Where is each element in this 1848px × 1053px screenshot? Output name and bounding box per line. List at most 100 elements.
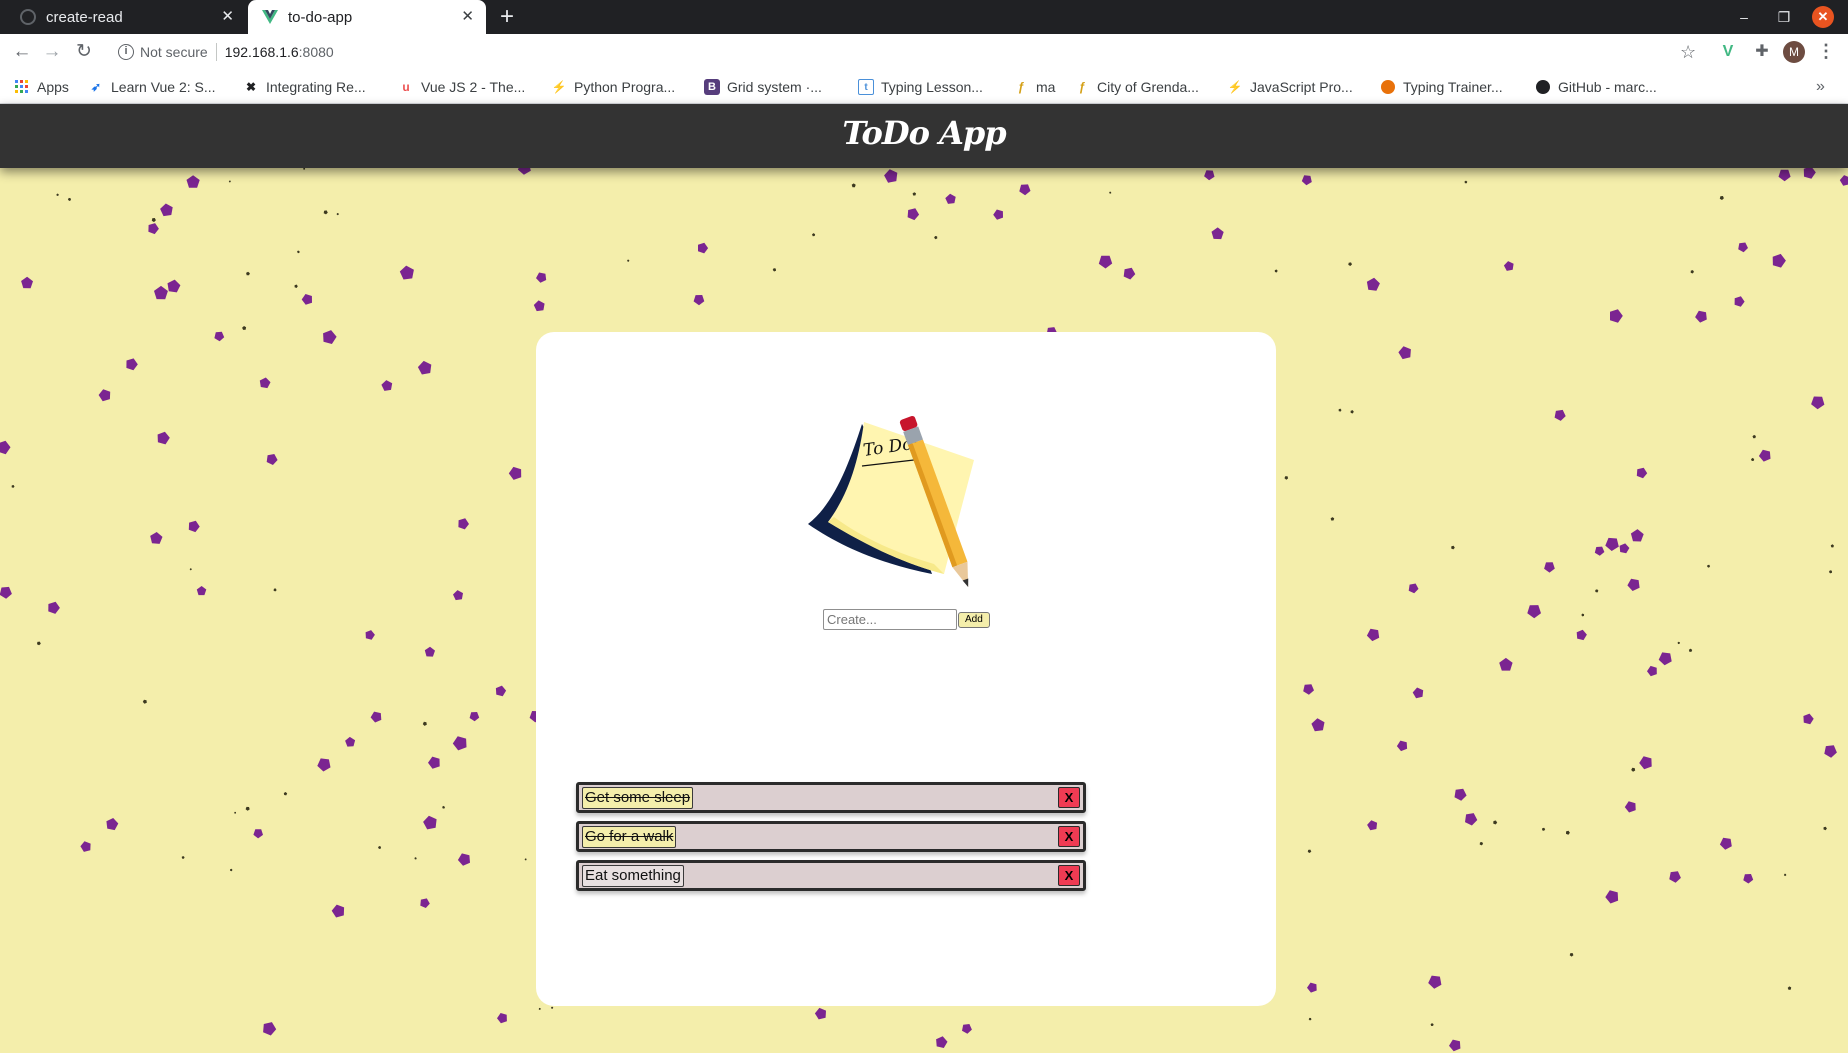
new-tab-button[interactable]: + bbox=[500, 4, 514, 30]
bookmark-star-icon[interactable]: ☆ bbox=[1680, 42, 1696, 62]
confetti-dot bbox=[365, 630, 375, 640]
typing-ball-icon bbox=[1380, 79, 1396, 95]
confetti-dot bbox=[414, 857, 417, 860]
bookmark-city-of-grenda[interactable]: ƒ City of Grenda... bbox=[1074, 76, 1199, 98]
minimize-window-icon[interactable]: – bbox=[1732, 0, 1756, 34]
confetti-dot bbox=[1695, 310, 1707, 323]
confetti-dot bbox=[1428, 975, 1442, 989]
delete-todo-button[interactable]: X bbox=[1058, 865, 1080, 886]
more-bookmarks-icon[interactable]: » bbox=[1816, 78, 1825, 96]
confetti-dot bbox=[381, 380, 393, 391]
confetti-dot bbox=[469, 712, 480, 722]
confetti-dot bbox=[378, 846, 381, 849]
bookmark-learn-vue[interactable]: ➶ Learn Vue 2: S... bbox=[88, 76, 216, 98]
lightning-icon: ⚡ bbox=[1227, 80, 1243, 94]
back-arrow-icon[interactable]: ← bbox=[10, 40, 34, 64]
bookmark-integrating[interactable]: ✖ Integrating Re... bbox=[243, 76, 366, 98]
restore-window-icon[interactable]: ❐ bbox=[1772, 0, 1796, 34]
bookmark-github[interactable]: GitHub - marc... bbox=[1535, 76, 1657, 98]
browser-tabstrip: create-read ✕ to-do-app ✕ + – ❐ ✕ bbox=[0, 0, 1848, 34]
confetti-dot bbox=[1307, 849, 1312, 853]
confetti-dot bbox=[453, 590, 463, 601]
close-window-icon[interactable]: ✕ bbox=[1812, 6, 1834, 28]
confetti-dot bbox=[814, 1007, 826, 1020]
confetti-dot bbox=[1647, 665, 1657, 677]
info-icon[interactable]: i bbox=[118, 44, 134, 60]
profile-avatar[interactable]: M bbox=[1783, 41, 1805, 63]
confetti-dot bbox=[157, 431, 170, 445]
delete-todo-button[interactable]: X bbox=[1058, 826, 1080, 847]
vue-favicon-icon bbox=[262, 9, 278, 25]
confetti-dot bbox=[0, 440, 11, 455]
bookmark-ma[interactable]: ƒ ma bbox=[1013, 76, 1056, 98]
confetti-dot bbox=[67, 197, 71, 201]
omnibox-divider bbox=[215, 43, 217, 61]
vue-devtools-extension-icon[interactable]: V bbox=[1718, 42, 1738, 62]
confetti-dot bbox=[160, 203, 173, 217]
confetti-dot bbox=[48, 601, 60, 614]
create-todo-input[interactable] bbox=[823, 609, 957, 630]
confetti-dot bbox=[1624, 801, 1636, 813]
confetti-dot bbox=[417, 360, 432, 375]
delete-todo-button[interactable]: X bbox=[1058, 787, 1080, 808]
confetti-dot bbox=[423, 815, 437, 830]
paper-plane-icon: ➶ bbox=[90, 80, 102, 94]
bookmark-apps[interactable]: Apps bbox=[14, 76, 69, 98]
confetti-dot bbox=[188, 520, 200, 533]
create-todo-form: Add bbox=[823, 609, 990, 630]
browser-menu-icon[interactable]: ⋮ bbox=[1816, 40, 1836, 62]
confetti-dot bbox=[370, 711, 382, 723]
bookmark-label: JavaScript Pro... bbox=[1250, 79, 1353, 95]
bookmark-javascript[interactable]: ⚡ JavaScript Pro... bbox=[1227, 76, 1353, 98]
confetti-dot bbox=[1350, 410, 1354, 414]
tab-to-do-app[interactable]: to-do-app ✕ bbox=[248, 0, 486, 34]
bookmark-vue-js-2[interactable]: u Vue JS 2 - The... bbox=[398, 76, 525, 98]
confetti-dot bbox=[1348, 262, 1352, 266]
bookmark-label: City of Grenda... bbox=[1097, 79, 1199, 95]
extensions-puzzle-icon[interactable]: ✚ bbox=[1752, 42, 1772, 62]
reload-icon[interactable]: ↻ bbox=[72, 40, 96, 64]
bookmark-typing-lesson[interactable]: t Typing Lesson... bbox=[858, 76, 983, 98]
url-host[interactable]: 192.168.1.6 bbox=[225, 44, 299, 60]
bookmark-grid-system[interactable]: B Grid system ·... bbox=[704, 76, 822, 98]
confetti-dot bbox=[1677, 641, 1680, 645]
todo-text[interactable]: Get some sleep bbox=[582, 787, 694, 809]
confetti-dot bbox=[214, 331, 225, 342]
bookmark-typing-trainer[interactable]: Typing Trainer... bbox=[1380, 76, 1503, 98]
todo-text[interactable]: Go for a walk bbox=[582, 826, 677, 848]
close-tab-icon[interactable]: ✕ bbox=[461, 9, 474, 25]
close-tab-icon[interactable]: ✕ bbox=[221, 9, 234, 25]
confetti-dot bbox=[1396, 740, 1408, 752]
confetti-dot bbox=[1576, 629, 1587, 641]
confetti-dot bbox=[428, 756, 440, 769]
confetti-dot bbox=[1778, 169, 1791, 182]
bootstrap-icon: B bbox=[704, 79, 720, 95]
confetti-dot bbox=[253, 829, 263, 839]
app-stage: To Do: Add Get some sleep X bbox=[0, 168, 1848, 1053]
confetti-dot bbox=[1303, 684, 1314, 695]
todo-text[interactable]: Eat something bbox=[582, 865, 684, 887]
confetti-dot bbox=[1307, 982, 1317, 993]
confetti-dot bbox=[912, 192, 916, 196]
address-bar[interactable]: i Not secure 192.168.1.6 :8080 bbox=[108, 38, 1698, 66]
url-port[interactable]: :8080 bbox=[299, 44, 334, 60]
confetti-dot bbox=[551, 1006, 554, 1009]
confetti-dot bbox=[1527, 605, 1541, 619]
forward-arrow-icon[interactable]: → bbox=[40, 40, 64, 64]
confetti-dot bbox=[323, 330, 337, 344]
add-todo-button[interactable]: Add bbox=[958, 611, 990, 628]
confetti-dot bbox=[517, 168, 531, 175]
confetti-dot bbox=[1449, 1039, 1461, 1052]
confetti-dot bbox=[151, 218, 156, 223]
confetti-dot bbox=[508, 466, 522, 480]
security-status[interactable]: Not secure bbox=[140, 44, 208, 60]
confetti-dot bbox=[1301, 175, 1312, 186]
confetti-dot bbox=[317, 758, 331, 772]
bookmark-python[interactable]: ⚡ Python Progra... bbox=[551, 76, 676, 98]
bookmark-label: Apps bbox=[37, 79, 69, 95]
bookmark-label: Typing Trainer... bbox=[1403, 79, 1503, 95]
tab-create-read[interactable]: create-read ✕ bbox=[0, 0, 246, 34]
confetti-dot bbox=[1743, 874, 1754, 884]
confetti-dot bbox=[1669, 871, 1681, 883]
feather-icon: ƒ bbox=[1017, 80, 1025, 94]
